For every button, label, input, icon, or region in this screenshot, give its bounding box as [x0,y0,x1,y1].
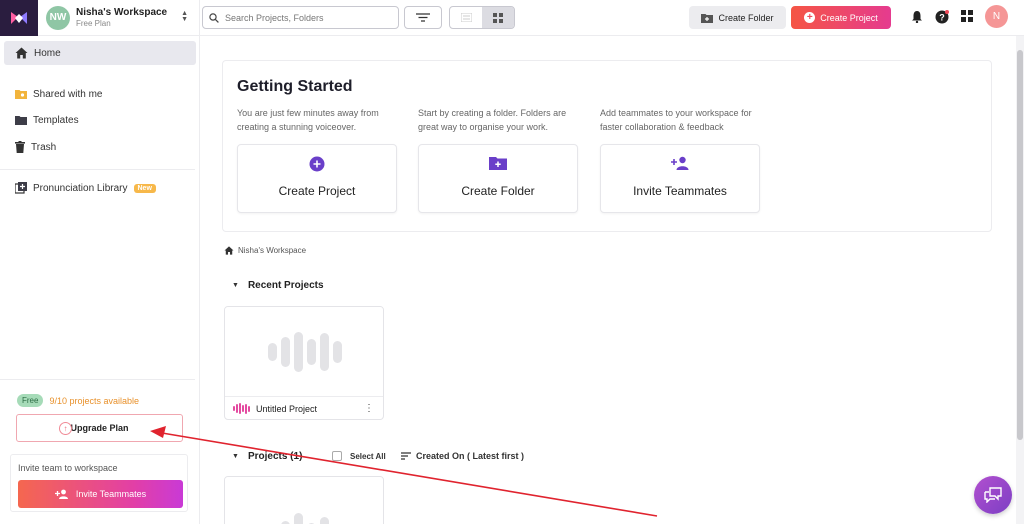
create-folder-button[interactable]: Create Folder [689,6,786,29]
grid-view-toggle[interactable] [482,7,514,28]
filter-button[interactable] [404,6,442,29]
list-view-toggle[interactable] [450,7,482,28]
sort-label: Created On ( Latest first ) [416,451,525,461]
create-project-description: You are just few minutes away from creat… [237,108,379,132]
sidebar-divider [0,169,195,170]
workspace-plan: Free Plan [76,18,111,28]
workspace-switcher[interactable]: NW Nisha's Workspace Free Plan ▲ ▼ [0,0,200,36]
home-icon [224,246,234,255]
folder-icon [15,116,27,125]
caret-down-icon: ▼ [232,282,239,289]
create-folder-card[interactable]: Create Folder [418,144,578,213]
create-folder-description: Start by creating a folder. Folders are … [418,108,567,132]
user-avatar[interactable]: N [985,5,1008,28]
breadcrumb-workspace: Nisha's Workspace [238,246,307,255]
sort-dropdown[interactable]: Created On ( Latest first ) [401,451,524,461]
new-folder-icon [489,157,507,170]
project-thumbnail [225,477,383,524]
chat-support-button[interactable] [974,476,1012,514]
help-icon[interactable]: ? [935,10,949,24]
free-plan-badge: Free [17,394,44,407]
select-all-checkbox[interactable] [332,451,342,461]
sidebar-item-label: Trash [31,141,57,153]
getting-started-title: Getting Started [237,78,353,95]
sidebar-item-pronunciation-library[interactable]: Pronunciation Library New [4,176,196,200]
create-project-button[interactable]: + Create Project [791,6,891,29]
plus-circle-icon: + [804,12,816,23]
project-card[interactable]: Untitled Project ⋮ [224,306,384,420]
waveform-icon [233,403,250,414]
sidebar-item-trash[interactable]: Trash [4,135,196,159]
filter-icon [416,13,430,22]
sidebar-item-label: Pronunciation Library [33,182,128,194]
new-folder-icon [701,13,714,23]
workspace-name: Nisha's Workspace [76,6,168,18]
sort-icon [401,452,411,460]
search-input[interactable] [225,12,385,23]
top-bar: Create Folder + Create Project ? N [200,0,1024,36]
app-root: NW Nisha's Workspace Free Plan ▲ ▼ Home S… [0,0,1024,524]
invite-team-prompt: Invite team to workspace [18,463,118,473]
invite-team-panel: Invite team to workspace Invite Teammate… [10,454,188,512]
invite-teammates-card-label: Invite Teammates [633,184,727,198]
create-folder-card-label: Create Folder [461,184,535,198]
workspace-info: Nisha's Workspace Free Plan [76,7,167,29]
projects-title: Projects (1) [247,451,303,462]
grid-view-icon [493,12,503,23]
create-project-card[interactable]: Create Project [237,144,397,213]
upgrade-plan-label: Upgrade Plan [70,423,129,433]
more-options-icon[interactable]: ⋮ [364,404,374,414]
breadcrumb[interactable]: Nisha's Workspace [224,246,306,255]
invite-teammates-button[interactable]: Invite Teammates [18,480,183,508]
upgrade-plan-button[interactable]: ↑ Upgrade Plan [16,414,183,442]
bell-icon[interactable] [911,10,923,23]
plan-usage: Free 9/10 projects available [17,394,139,407]
project-name: Untitled Project [256,403,318,414]
recent-projects-header[interactable]: ▼ Recent Projects [232,280,324,291]
project-thumbnail [225,307,383,397]
invite-teammates-description: Add teammates to your workspace for fast… [600,108,752,132]
sidebar-item-shared[interactable]: Shared with me [4,82,196,106]
sidebar-item-home[interactable]: Home [4,41,196,65]
select-all-label: Select All [350,451,386,461]
trash-icon [15,141,25,153]
home-icon [15,47,28,59]
project-card[interactable] [224,476,384,524]
search-icon [209,12,219,23]
app-logo [0,0,38,36]
create-project-card-label: Create Project [278,184,356,198]
projects-header[interactable]: ▼ Projects (1) [232,451,302,462]
shared-folder-icon [15,90,27,99]
sidebar-divider [0,379,195,380]
list-view-icon [460,13,472,22]
chevron-updown-icon: ▲ ▼ [181,10,188,23]
add-person-icon [54,489,68,499]
svg-text:?: ? [939,13,945,23]
create-folder-label: Create Folder [718,12,774,23]
projects-available-count: 9/10 projects available [49,395,140,406]
caret-down-icon: ▼ [232,453,239,460]
select-all-control[interactable]: Select All [332,451,386,461]
sidebar-item-label: Templates [33,114,79,126]
scrollbar-thumb[interactable] [1017,50,1023,440]
recent-projects-title: Recent Projects [247,280,324,291]
chat-icon [984,487,1002,503]
workspace-avatar: NW [46,5,70,30]
view-mode-toggle [449,6,515,29]
add-person-icon [671,156,689,170]
library-add-icon [15,182,27,194]
invite-teammates-label: Invite Teammates [75,489,147,499]
invite-teammates-card[interactable]: Invite Teammates [600,144,760,213]
sidebar-item-label: Home [34,47,61,59]
apps-grid-icon[interactable] [961,10,973,22]
new-badge: New [133,183,156,193]
create-project-label: Create Project [820,12,878,23]
sidebar-item-templates[interactable]: Templates [4,108,196,132]
arrow-up-circle-icon: ↑ [59,422,72,435]
search-box [202,6,399,29]
sidebar-item-label: Shared with me [33,88,103,100]
sidebar: NW Nisha's Workspace Free Plan ▲ ▼ Home S… [0,0,200,524]
add-circle-icon [309,156,325,172]
